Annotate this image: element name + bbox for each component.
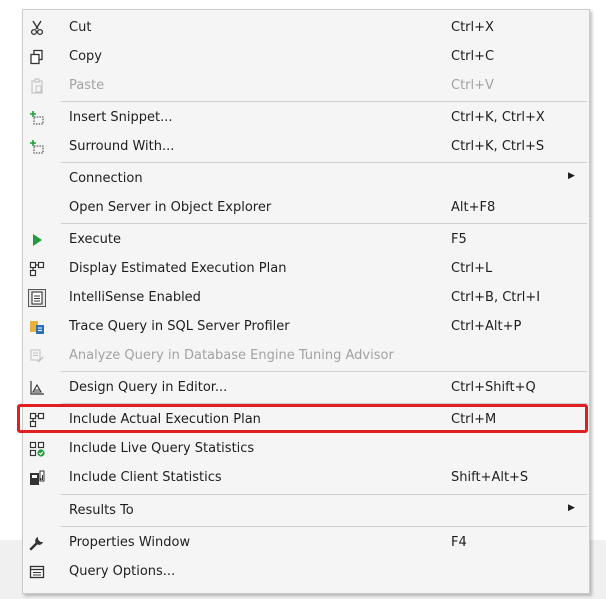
menu-item-query-options[interactable]: Query Options... <box>23 558 589 587</box>
menu-item-label: Trace Query in SQL Server Profiler <box>69 319 290 334</box>
tuning-advisor-icon <box>27 346 47 366</box>
menu-item-label: Include Live Query Statistics <box>69 441 255 456</box>
menu-item-label: Analyze Query in Database Engine Tuning … <box>69 348 394 363</box>
menu-item-shortcut: F4 <box>451 535 467 550</box>
menu-item-shortcut: Ctrl+Alt+P <box>451 319 522 334</box>
surround-icon <box>27 137 47 157</box>
menu-item-shortcut: Ctrl+K, Ctrl+S <box>451 139 545 154</box>
separator <box>61 101 587 102</box>
menu-item-label: Execute <box>69 232 121 247</box>
menu-item-label: Query Options... <box>69 564 176 579</box>
execution-plan-icon <box>27 259 47 279</box>
menu-item-shortcut: Ctrl+V <box>451 78 494 93</box>
menu-item-live-stats[interactable]: Include Live Query Statistics <box>23 435 589 464</box>
play-icon <box>27 230 47 250</box>
menu-item-client-stats[interactable]: Include Client Statistics Shift+Alt+S <box>23 464 589 493</box>
menu-item-shortcut: Ctrl+C <box>451 49 495 64</box>
menu-item-connection[interactable]: Connection ▶ <box>23 165 589 194</box>
menu-item-label: Insert Snippet... <box>69 110 173 125</box>
context-menu: Cut Ctrl+X Copy Ctrl+C Paste Ctrl+V Inse… <box>22 9 590 594</box>
menu-item-estimated-plan[interactable]: Display Estimated Execution Plan Ctrl+L <box>23 255 589 284</box>
separator <box>61 162 587 163</box>
menu-item-label: Properties Window <box>69 535 191 550</box>
client-stats-icon <box>27 468 47 488</box>
live-stats-icon <box>27 439 47 459</box>
design-query-icon <box>27 378 47 398</box>
menu-item-execute[interactable]: Execute F5 <box>23 226 589 255</box>
menu-item-shortcut: Shift+Alt+S <box>451 470 529 485</box>
menu-item-label: Design Query in Editor... <box>69 380 228 395</box>
menu-item-label: Copy <box>69 49 102 64</box>
menu-item-surround-with[interactable]: Surround With... Ctrl+K, Ctrl+S <box>23 133 589 162</box>
menu-item-label: Cut <box>69 20 92 35</box>
menu-item-label: Paste <box>69 78 105 93</box>
menu-item-shortcut: Ctrl+X <box>451 20 494 35</box>
menu-item-shortcut: Alt+F8 <box>451 200 496 215</box>
menu-item-shortcut: Ctrl+K, Ctrl+X <box>451 110 545 125</box>
menu-item-copy[interactable]: Copy Ctrl+C <box>23 43 589 72</box>
separator <box>61 526 587 527</box>
separator <box>61 371 587 372</box>
menu-item-label: Surround With... <box>69 139 175 154</box>
paste-icon <box>27 76 47 96</box>
menu-item-label: Display Estimated Execution Plan <box>69 261 287 276</box>
scissors-icon <box>27 18 47 38</box>
menu-item-shortcut: F5 <box>451 232 467 247</box>
menu-item-label: Connection <box>69 171 143 186</box>
menu-item-open-server[interactable]: Open Server in Object Explorer Alt+F8 <box>23 194 589 223</box>
separator <box>61 494 587 495</box>
menu-item-label: Include Client Statistics <box>69 470 222 485</box>
menu-item-label: IntelliSense Enabled <box>69 290 201 305</box>
highlight-box <box>17 404 588 433</box>
menu-item-label: Open Server in Object Explorer <box>69 200 272 215</box>
wrench-icon <box>27 533 47 553</box>
menu-item-shortcut: Ctrl+L <box>451 261 493 276</box>
snippet-icon <box>27 108 47 128</box>
menu-item-insert-snippet[interactable]: Insert Snippet... Ctrl+K, Ctrl+X <box>23 104 589 133</box>
menu-item-paste[interactable]: Paste Ctrl+V <box>23 72 589 101</box>
query-options-icon <box>27 562 47 582</box>
menu-item-shortcut: Ctrl+B, Ctrl+I <box>451 290 541 305</box>
intellisense-icon <box>27 288 47 308</box>
separator <box>61 223 587 224</box>
menu-item-design-query[interactable]: Design Query in Editor... Ctrl+Shift+Q <box>23 374 589 403</box>
menu-item-cut[interactable]: Cut Ctrl+X <box>23 14 589 43</box>
menu-item-properties-window[interactable]: Properties Window F4 <box>23 529 589 558</box>
menu-item-analyze-query[interactable]: Analyze Query in Database Engine Tuning … <box>23 342 589 371</box>
menu-item-results-to[interactable]: Results To ▶ <box>23 497 589 526</box>
menu-item-intellisense[interactable]: IntelliSense Enabled Ctrl+B, Ctrl+I <box>23 284 589 313</box>
menu-item-trace-query[interactable]: Trace Query in SQL Server Profiler Ctrl+… <box>23 313 589 342</box>
menu-item-label: Results To <box>69 503 134 518</box>
submenu-arrow-icon: ▶ <box>568 503 575 513</box>
menu-item-shortcut: Ctrl+Shift+Q <box>451 380 536 395</box>
copy-icon <box>27 47 47 67</box>
profiler-icon <box>27 317 47 337</box>
submenu-arrow-icon: ▶ <box>568 171 575 181</box>
